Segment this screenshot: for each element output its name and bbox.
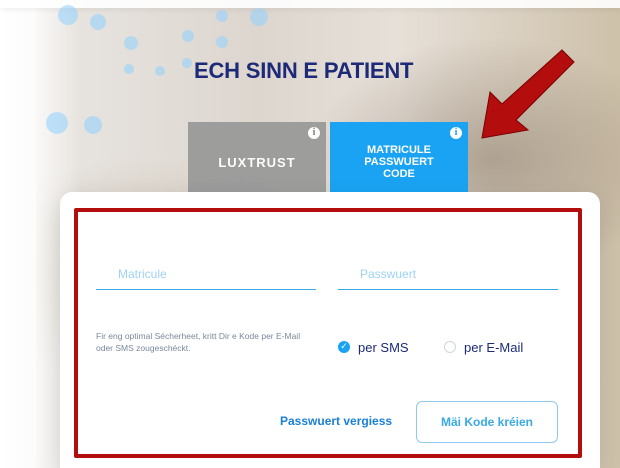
- tab-matricule-label: MATRICULE PASSWUERT CODE: [364, 144, 433, 180]
- matricule-field[interactable]: [96, 258, 316, 289]
- tab-label-line: PASSWUERT: [364, 156, 434, 168]
- info-icon[interactable]: i: [450, 127, 462, 139]
- decor-dot: [182, 30, 194, 42]
- create-code-button[interactable]: Mäi Kode kréien: [416, 401, 558, 443]
- tab-label-line: MATRICULE: [367, 144, 431, 156]
- page-title: ECH SINN E PATIENT: [194, 58, 414, 83]
- passwuert-field-wrapper: [338, 258, 558, 290]
- decor-dot: [216, 10, 228, 22]
- email-option[interactable]: per E-Mail: [444, 338, 523, 356]
- tab-matricule-passwuert-code[interactable]: i MATRICULE PASSWUERT CODE: [330, 122, 468, 192]
- radio-empty-icon[interactable]: [444, 341, 456, 353]
- matricule-field-wrapper: [96, 258, 316, 290]
- tab-label-line: CODE: [383, 168, 415, 180]
- decor-dot: [182, 58, 192, 68]
- sms-option-label: per SMS: [358, 339, 409, 355]
- decor-dot: [124, 64, 134, 74]
- decor-dot: [90, 14, 106, 30]
- sms-option[interactable]: ✓ per SMS: [338, 338, 409, 356]
- tab-luxtrust[interactable]: i LUXTRUST: [188, 122, 326, 192]
- security-hint: Fir eng optimal Sécherheet, kritt Dir e …: [96, 331, 301, 353]
- email-option-label: per E-Mail: [464, 339, 524, 355]
- decor-dot: [216, 36, 228, 48]
- decor-dot: [124, 36, 138, 50]
- tab-luxtrust-label: LUXTRUST: [218, 154, 296, 170]
- info-icon[interactable]: i: [308, 127, 320, 139]
- decor-dot: [46, 112, 68, 134]
- check-icon[interactable]: ✓: [338, 341, 350, 353]
- decor-dot: [250, 8, 268, 26]
- forgot-password-link[interactable]: Passwuert vergiess: [280, 414, 392, 428]
- decor-dot: [84, 116, 102, 134]
- decor-dot: [58, 5, 78, 25]
- passwuert-field[interactable]: [338, 258, 558, 289]
- decor-dot: [155, 66, 165, 76]
- page: ECH SINN E PATIENT i LUXTRUST i MATRICUL…: [0, 0, 620, 468]
